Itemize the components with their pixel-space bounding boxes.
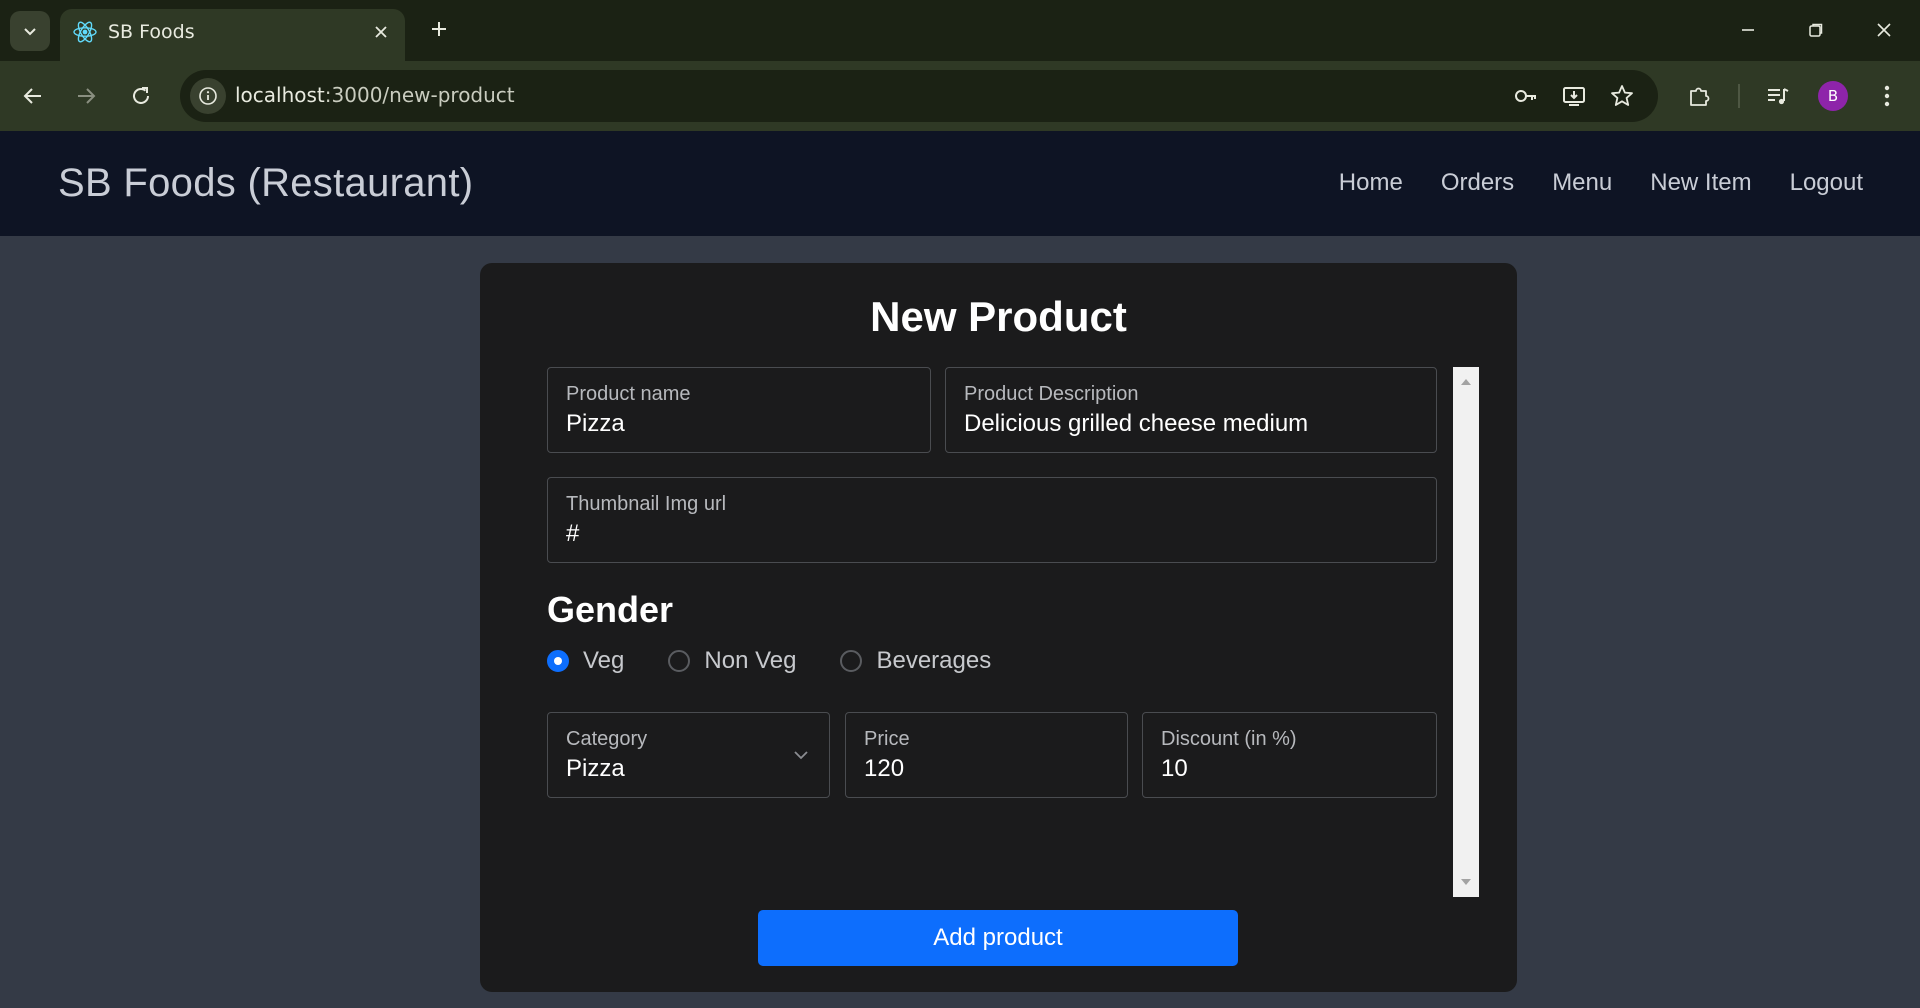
price-field[interactable]: Price 120 [845, 712, 1128, 798]
playlist-music-icon [1768, 88, 1789, 105]
nav-link-new-item[interactable]: New Item [1650, 169, 1751, 197]
product-description-label: Product Description [964, 383, 1139, 405]
nav-link-orders[interactable]: Orders [1441, 169, 1514, 197]
media-controls-button[interactable] [1760, 78, 1796, 114]
thumbnail-url-label: Thumbnail Img url [566, 493, 727, 515]
browser-menu-button[interactable] [1869, 78, 1905, 114]
thumbnail-url-value: # [566, 520, 580, 547]
close-window-button[interactable] [1864, 12, 1904, 48]
react-icon [73, 21, 97, 43]
add-product-button[interactable]: Add product [758, 910, 1238, 966]
browser-tab-strip: SB Foods [0, 0, 1920, 61]
scroll-down-arrow-icon[interactable] [1461, 879, 1471, 885]
new-product-card: New Product Product name Pizza Product D… [480, 263, 1517, 992]
reload-icon [133, 87, 149, 104]
install-icon [1563, 87, 1585, 106]
radio-option-veg[interactable]: Veg [547, 647, 624, 675]
radio-non-veg-label: Non Veg [704, 647, 797, 674]
chevron-down-icon [794, 751, 808, 760]
key-icon [1515, 90, 1536, 102]
product-name-label: Product name [566, 383, 691, 405]
minimize-icon [1742, 29, 1754, 31]
extensions-button[interactable] [1681, 78, 1717, 114]
price-value: 120 [864, 755, 905, 782]
price-label: Price [864, 728, 910, 750]
minimize-button[interactable] [1728, 12, 1768, 48]
gender-heading: Gender [547, 589, 674, 630]
back-button[interactable] [15, 78, 51, 114]
form-scroll-area: Product name Pizza Product Description D… [547, 367, 1449, 897]
password-key-button[interactable] [1510, 80, 1542, 112]
form-scrollbar[interactable] [1453, 367, 1479, 897]
radio-option-non-veg[interactable]: Non Veg [668, 647, 796, 675]
category-value: Pizza [566, 755, 625, 782]
restore-button[interactable] [1796, 12, 1836, 48]
reload-button[interactable] [123, 78, 159, 114]
nav-link-home[interactable]: Home [1339, 169, 1403, 197]
star-icon [1611, 85, 1633, 106]
radio-veg-label: Veg [583, 647, 625, 674]
install-app-button[interactable] [1558, 80, 1590, 112]
browser-tab[interactable]: SB Foods [60, 9, 405, 61]
thumbnail-url-field[interactable]: Thumbnail Img url # [547, 477, 1437, 563]
product-description-field[interactable]: Product Description Delicious grilled ch… [945, 367, 1437, 453]
url-host: localhost [235, 83, 325, 107]
address-bar[interactable]: localhost:3000/new-product [180, 70, 1658, 122]
restore-icon [1809, 23, 1823, 37]
page-title: New Product [870, 293, 1127, 340]
product-name-value: Pizza [566, 410, 625, 437]
info-icon [199, 87, 217, 105]
radio-non-veg[interactable] [668, 650, 691, 672]
discount-field[interactable]: Discount (in %) 10 [1142, 712, 1437, 798]
arrow-right-icon [78, 88, 96, 104]
close-icon [1877, 23, 1891, 37]
tab-search-button[interactable] [10, 11, 50, 51]
radio-veg[interactable] [547, 650, 569, 672]
discount-label: Discount (in %) [1161, 728, 1297, 750]
category-select[interactable]: Category Pizza [547, 712, 830, 798]
url-path: :3000/new-product [324, 83, 515, 107]
url-text: localhost:3000/new-product [235, 83, 515, 107]
new-tab-button[interactable] [424, 14, 454, 44]
plus-icon [432, 22, 446, 36]
radio-beverages[interactable] [840, 650, 863, 672]
bookmark-button[interactable] [1606, 80, 1638, 112]
product-description-value: Delicious grilled cheese medium [964, 410, 1309, 437]
nav-link-logout[interactable]: Logout [1790, 169, 1863, 197]
forward-button[interactable] [68, 78, 104, 114]
close-icon [375, 26, 387, 38]
arrow-left-icon [23, 88, 41, 104]
gender-radio-group: Veg Non Veg Beverages [547, 647, 1035, 675]
discount-value: 10 [1161, 755, 1188, 782]
toolbar-separator [1738, 84, 1740, 108]
product-name-field[interactable]: Product name Pizza [547, 367, 931, 453]
scroll-up-arrow-icon[interactable] [1461, 379, 1471, 385]
category-label: Category [566, 728, 648, 750]
nav-link-menu[interactable]: Menu [1552, 169, 1612, 197]
radio-beverages-label: Beverages [876, 647, 992, 674]
site-info-button[interactable] [190, 78, 226, 114]
chevron-down-icon [24, 28, 36, 36]
tab-close-button[interactable] [369, 20, 393, 44]
profile-avatar[interactable]: B [1818, 81, 1848, 111]
tab-title: SB Foods [108, 21, 195, 43]
more-vertical-icon [1884, 85, 1890, 107]
puzzle-icon [1690, 87, 1710, 106]
browser-toolbar: localhost:3000/new-product B [0, 61, 1920, 131]
radio-option-beverages[interactable]: Beverages [840, 647, 991, 675]
nav-links: Home Orders Menu New Item Logout [1339, 169, 1863, 197]
app-navbar: SB Foods (Restaurant) Home Orders Menu N… [0, 131, 1920, 236]
brand-title[interactable]: SB Foods (Restaurant) [58, 161, 473, 206]
